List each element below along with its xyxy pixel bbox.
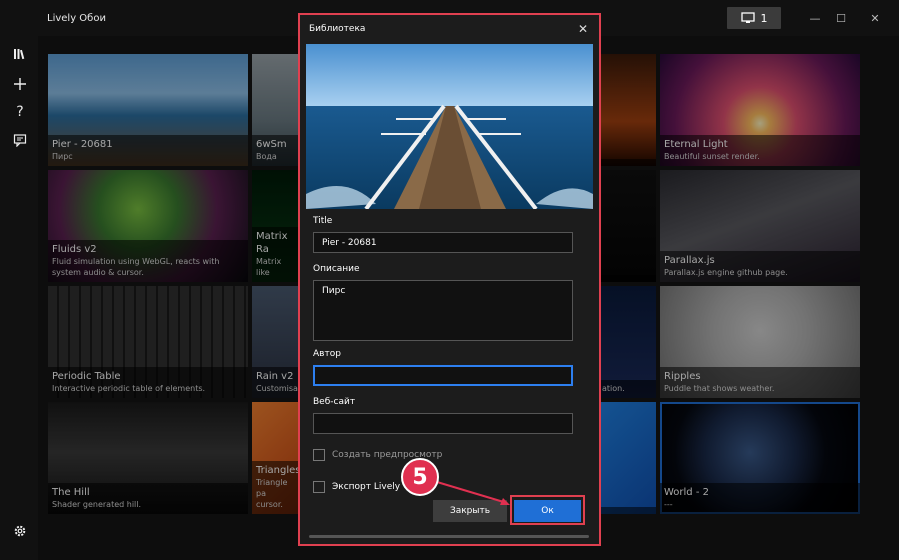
website-label: Веб-сайт <box>313 397 356 407</box>
close-window-button[interactable]: ✕ <box>865 8 885 28</box>
maximize-button[interactable]: ☐ <box>831 8 851 28</box>
step-badge: 5 <box>401 458 439 496</box>
help-icon[interactable]: ? <box>10 102 30 122</box>
feedback-icon[interactable] <box>10 130 30 150</box>
create-preview-checkbox[interactable] <box>313 449 325 461</box>
author-label: Автор <box>313 349 341 359</box>
website-input[interactable] <box>313 413 573 434</box>
title-input[interactable]: Pier - 20681 <box>313 232 573 253</box>
close-button[interactable]: Закрыть <box>433 500 507 522</box>
description-input[interactable]: Пирс <box>313 280 573 341</box>
settings-gear-icon[interactable] <box>10 521 30 541</box>
description-label: Описание <box>313 264 360 274</box>
ok-button[interactable]: Ок <box>514 500 581 522</box>
monitor-select-button[interactable]: 1 <box>727 7 781 29</box>
monitor-count: 1 <box>760 11 768 25</box>
wallpaper-preview <box>306 44 593 209</box>
author-input[interactable] <box>313 365 573 386</box>
library-icon[interactable] <box>10 44 30 64</box>
app-window: Lively Обои 1 — ☐ ✕ ? Pier - 20681 Пирс 6… <box>0 0 899 560</box>
export-label: Экспорт Lively <box>332 482 401 492</box>
dialog-title: Библиотека <box>309 24 366 34</box>
minimize-button[interactable]: — <box>805 8 825 28</box>
sidebar: ? <box>0 36 38 560</box>
app-title: Lively Обои <box>47 13 106 24</box>
export-checkbox-row[interactable]: Экспорт Lively <box>313 481 400 493</box>
pier-preview-image <box>306 44 593 209</box>
library-dialog: Библиотека ✕ Title Pier - 20681 Описание… <box>298 13 601 546</box>
monitor-icon <box>740 12 755 23</box>
add-icon[interactable] <box>10 74 30 94</box>
title-label: Title <box>313 216 333 226</box>
horizontal-scrollbar[interactable] <box>309 535 589 538</box>
export-checkbox[interactable] <box>313 481 325 493</box>
dialog-close-icon[interactable]: ✕ <box>578 22 588 36</box>
